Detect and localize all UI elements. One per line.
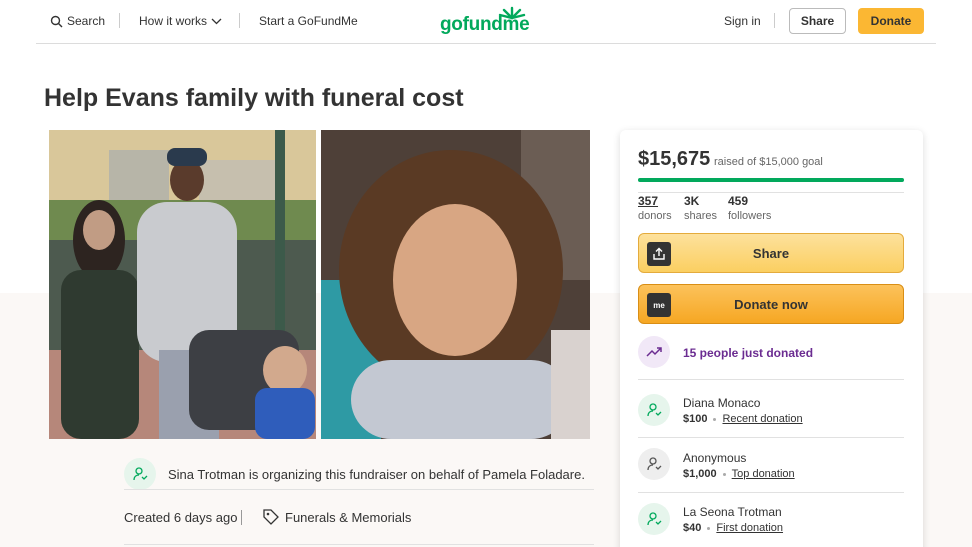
donor-avatar (638, 394, 670, 426)
donor-name: La Seona Trotman (683, 505, 782, 519)
donor-avatar (638, 448, 670, 480)
donor-name: Anonymous (683, 451, 747, 465)
start-gofundme-link[interactable]: Start a GoFundMe (259, 14, 358, 28)
divider (638, 437, 904, 438)
donate-now-label: Donate now (734, 296, 808, 312)
how-it-works-label: How it works (139, 14, 208, 28)
donation-detail: $40 First donation (683, 522, 783, 534)
sign-in-link[interactable]: Sign in (724, 14, 761, 28)
divider (638, 379, 904, 380)
followers-count: 459 (728, 194, 749, 208)
raised-amount: $15,675 (638, 148, 711, 170)
family-photo-image (49, 130, 316, 439)
donation-detail: $1,000 Top donation (683, 468, 795, 480)
donation-type-link[interactable]: First donation (716, 522, 783, 534)
donation-amount: $100 (683, 413, 708, 425)
shares-count: 3K (684, 194, 700, 208)
me-icon-text: me (653, 300, 665, 310)
nav-divider (774, 13, 775, 28)
shares-stat: 3K shares (684, 194, 717, 222)
separator-dot (713, 417, 717, 421)
donation-card: $15,675 raised of $15,000 goal 357 donor… (620, 130, 923, 547)
search-link[interactable]: Search (50, 14, 105, 28)
share-button[interactable]: Share (789, 8, 846, 34)
user-heart-icon (647, 457, 662, 471)
followers-label: followers (728, 210, 772, 222)
family-photo[interactable] (49, 130, 316, 439)
share-button-large[interactable]: Share (638, 233, 904, 273)
divider (124, 544, 594, 545)
recent-donations-link[interactable]: 15 people just donated (683, 346, 813, 360)
donation-detail: $100 Recent donation (683, 413, 803, 425)
donors-count: 357 (638, 194, 659, 208)
donation-amount: $1,000 (683, 468, 717, 480)
sign-in-label: Sign in (724, 14, 761, 28)
divider (638, 192, 904, 193)
start-label: Start a GoFundMe (259, 14, 358, 28)
share-button-label: Share (752, 245, 790, 261)
shares-label: shares (684, 210, 718, 222)
child-photo-image (321, 130, 590, 439)
donation-type-link[interactable]: Top donation (732, 468, 795, 480)
donate-button[interactable]: Donate (858, 8, 924, 34)
top-nav: Search How it works Start a GoFundMe gof… (36, 0, 936, 44)
donors-stat[interactable]: 357 donors (638, 194, 672, 222)
child-photo[interactable] (321, 130, 590, 439)
chevron-down-icon (211, 18, 222, 24)
share-icon (647, 242, 671, 266)
divider (124, 489, 594, 490)
divider (241, 510, 242, 525)
nav-divider (119, 13, 120, 28)
donor-avatar (638, 503, 670, 535)
category-link[interactable]: Funerals & Memorials (285, 510, 411, 525)
followers-stat: 459 followers (728, 194, 771, 222)
tag-icon (263, 509, 279, 525)
separator-dot (722, 472, 726, 476)
user-heart-icon (133, 467, 148, 481)
organizer-avatar (124, 458, 156, 490)
created-date: Created 6 days ago (124, 510, 238, 525)
raised-goal: raised of $15,000 goal (714, 156, 823, 168)
trending-up-icon (638, 336, 670, 368)
logo-text: gofundme (440, 14, 530, 35)
donors-label: donors (638, 210, 672, 222)
user-heart-icon (647, 512, 662, 526)
user-heart-icon (647, 403, 662, 417)
page-title: Help Evans family with funeral cost (44, 84, 464, 112)
search-icon (50, 15, 63, 27)
organizer-text: Sina Trotman is organizing this fundrais… (168, 467, 585, 482)
nav-divider (239, 13, 240, 28)
progress-bar (638, 178, 904, 182)
search-label: Search (67, 14, 106, 28)
donor-name: Diana Monaco (683, 396, 761, 410)
donate-now-button[interactable]: me Donate now (638, 284, 904, 324)
progress-fill (638, 178, 904, 182)
donation-type-link[interactable]: Recent donation (722, 413, 802, 425)
how-it-works-menu[interactable]: How it works (139, 14, 222, 28)
separator-dot (707, 526, 711, 530)
divider (638, 492, 904, 493)
gofundme-me-icon: me (647, 293, 671, 317)
donation-amount: $40 (683, 522, 702, 534)
